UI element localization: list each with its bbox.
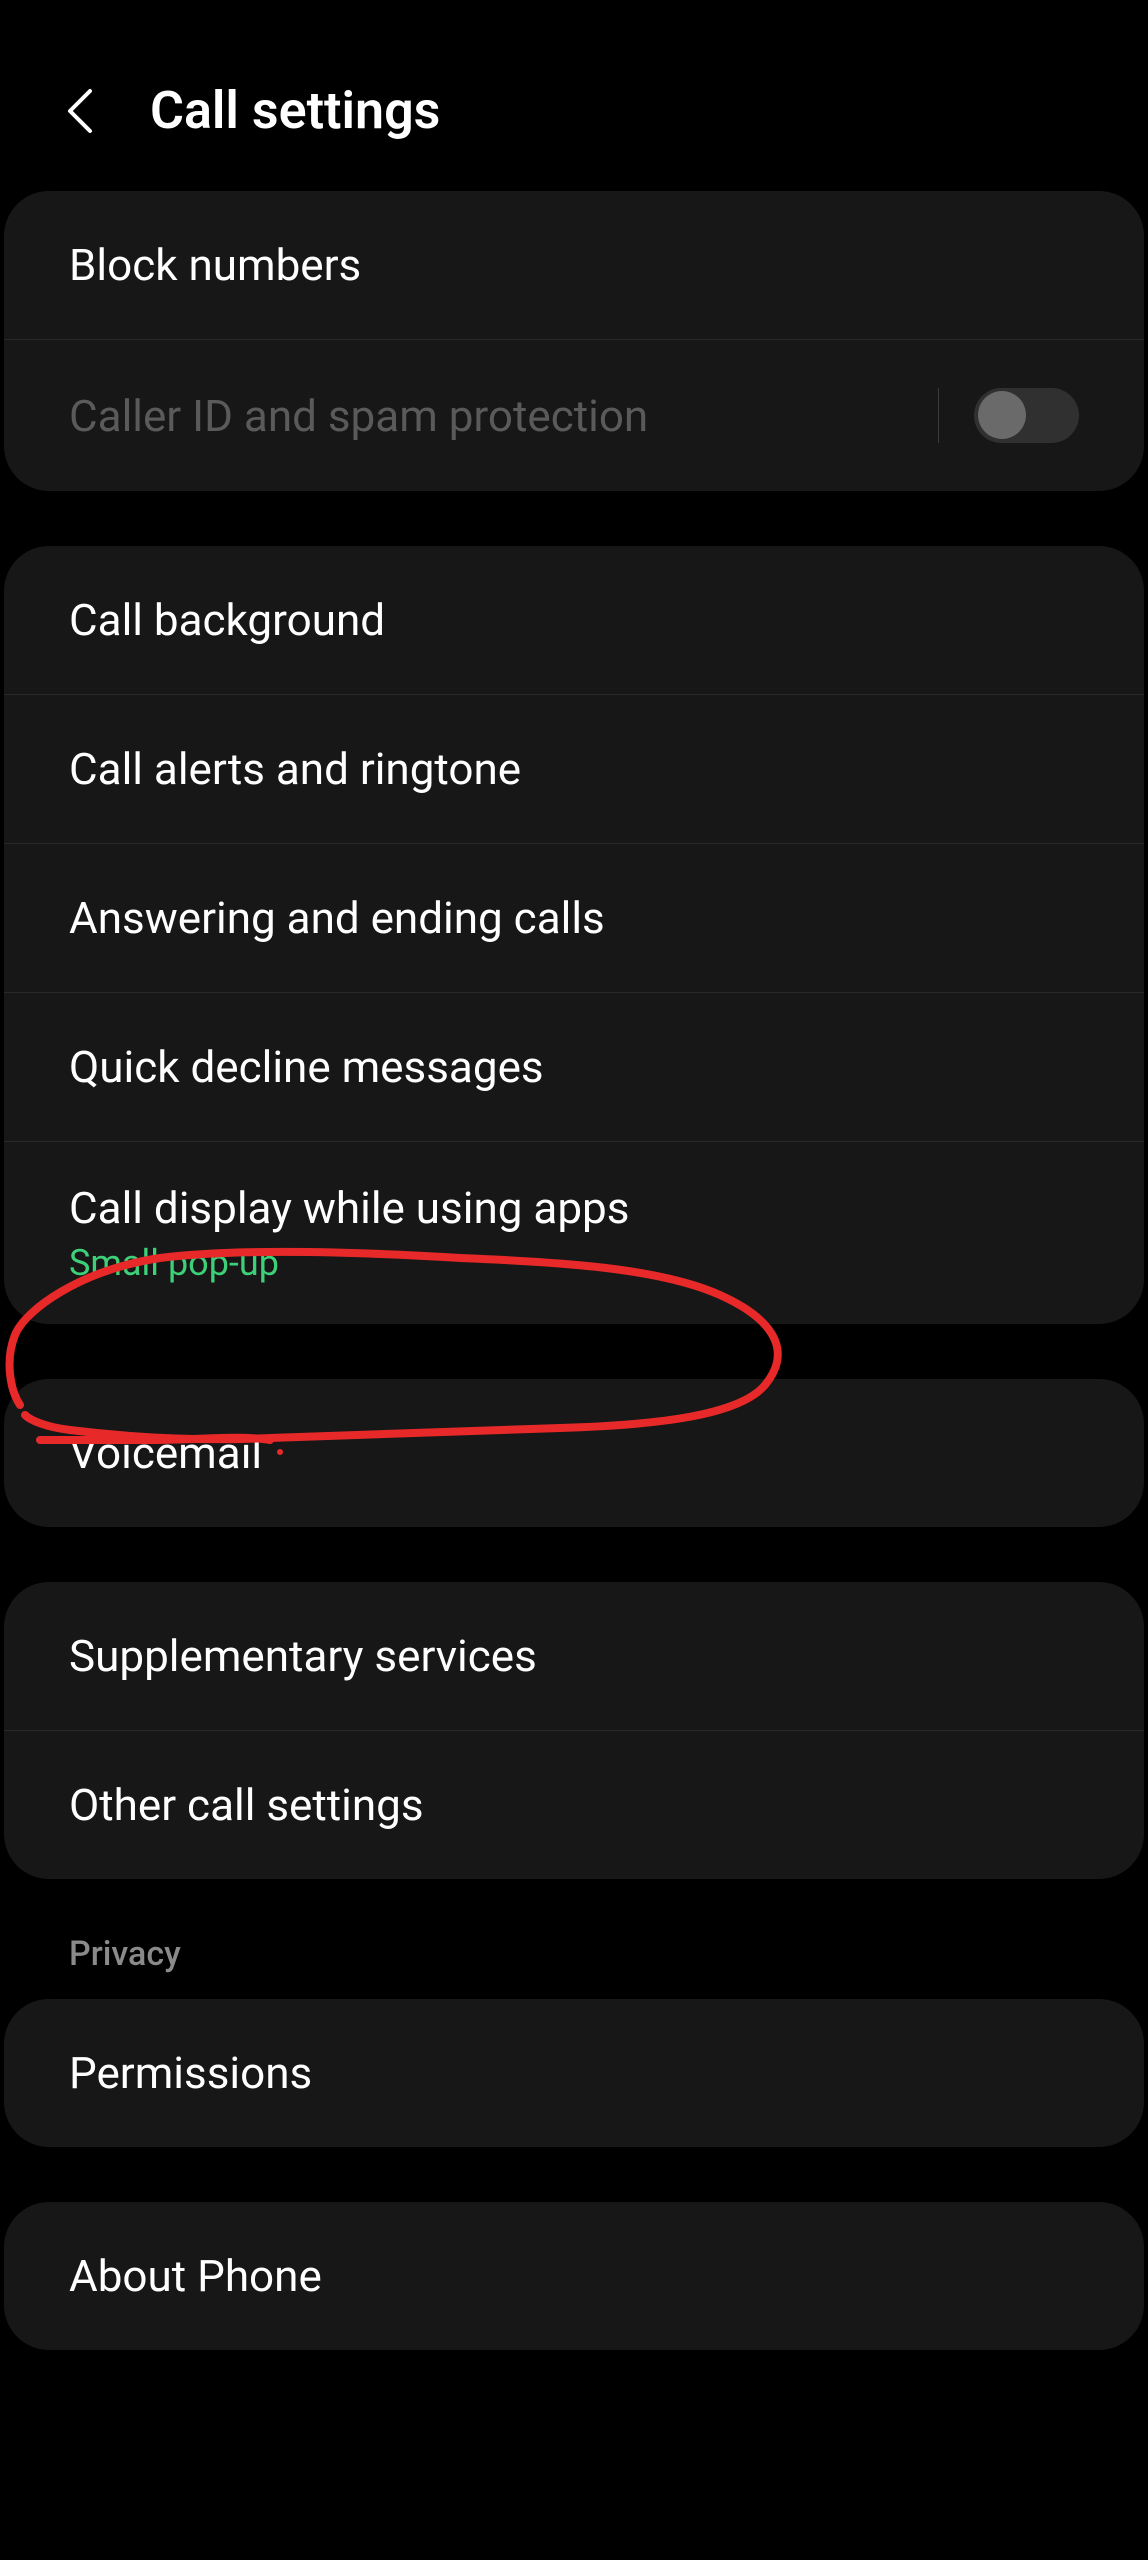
back-button[interactable] — [60, 91, 100, 131]
item-label: About Phone — [69, 2250, 1079, 2302]
item-label: Call display while using apps — [69, 1182, 1079, 1234]
item-voicemail[interactable]: Voicemail — [4, 1379, 1144, 1527]
item-supplementary-services[interactable]: Supplementary services — [4, 1582, 1144, 1731]
item-call-background[interactable]: Call background — [4, 546, 1144, 695]
toggle-container — [938, 388, 1079, 443]
content-area: Block numbers Caller ID and spam protect… — [0, 191, 1148, 2350]
caller-id-toggle[interactable] — [974, 388, 1079, 443]
item-label: Block numbers — [69, 239, 1079, 291]
item-answering-ending-calls[interactable]: Answering and ending calls — [4, 844, 1144, 993]
toggle-knob — [978, 391, 1026, 439]
section-call-options: Call background Call alerts and ringtone… — [4, 546, 1144, 1324]
item-label: Other call settings — [69, 1779, 1079, 1831]
item-label: Call background — [69, 594, 1079, 646]
chevron-left-icon — [66, 87, 94, 135]
section-services: Supplementary services Other call settin… — [4, 1582, 1144, 1879]
item-quick-decline-messages[interactable]: Quick decline messages — [4, 993, 1144, 1142]
item-label: Voicemail — [69, 1427, 1079, 1479]
item-label: Caller ID and spam protection — [69, 390, 938, 442]
item-call-alerts-ringtone[interactable]: Call alerts and ringtone — [4, 695, 1144, 844]
item-caller-id-spam[interactable]: Caller ID and spam protection — [4, 340, 1144, 491]
divider — [938, 388, 939, 443]
item-permissions[interactable]: Permissions — [4, 1999, 1144, 2147]
section-about: About Phone — [4, 2202, 1144, 2350]
item-label: Quick decline messages — [69, 1041, 1079, 1093]
item-call-display-while-using-apps[interactable]: Call display while using apps Small pop-… — [4, 1142, 1144, 1324]
section-header-privacy: Privacy — [4, 1934, 1144, 1999]
item-other-call-settings[interactable]: Other call settings — [4, 1731, 1144, 1879]
item-label: Call alerts and ringtone — [69, 743, 1079, 795]
item-about-phone[interactable]: About Phone — [4, 2202, 1144, 2350]
section-privacy: Permissions — [4, 1999, 1144, 2147]
item-label: Permissions — [69, 2047, 1079, 2099]
section-voicemail: Voicemail — [4, 1379, 1144, 1527]
item-label: Answering and ending calls — [69, 892, 1079, 944]
section-blocking: Block numbers Caller ID and spam protect… — [4, 191, 1144, 491]
page-title: Call settings — [150, 80, 440, 141]
item-subtitle: Small pop-up — [69, 1242, 1079, 1284]
item-block-numbers[interactable]: Block numbers — [4, 191, 1144, 340]
header-bar: Call settings — [0, 0, 1148, 191]
item-label: Supplementary services — [69, 1630, 1079, 1682]
